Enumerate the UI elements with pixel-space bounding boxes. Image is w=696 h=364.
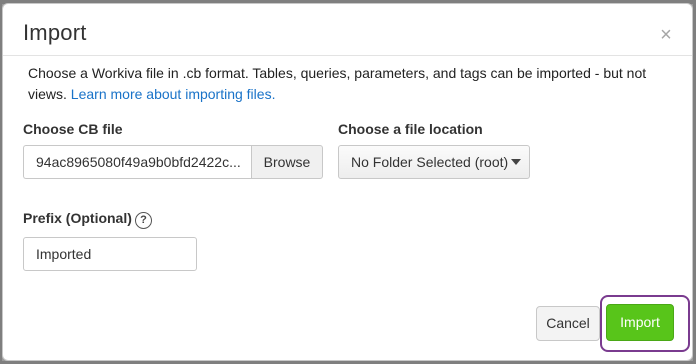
file-location-select[interactable]: No Folder Selected (root) xyxy=(338,145,530,179)
dialog-description: Choose a Workiva file in .cb format. Tab… xyxy=(28,63,658,105)
cb-file-input[interactable]: 94ac8965080f49a9b0bfd2422c... xyxy=(23,145,252,179)
prefix-label: Prefix (Optional) xyxy=(23,210,132,226)
file-location-label: Choose a file location xyxy=(338,121,483,137)
browse-button[interactable]: Browse xyxy=(251,145,323,179)
import-button[interactable]: Import xyxy=(606,304,674,341)
header-divider xyxy=(3,55,692,56)
caret-down-icon xyxy=(511,159,521,165)
cb-file-label: Choose CB file xyxy=(23,121,123,137)
import-dialog: Import × Choose a Workiva file in .cb fo… xyxy=(2,3,693,361)
cancel-button[interactable]: Cancel xyxy=(536,306,600,341)
file-location-value: No Folder Selected (root) xyxy=(351,154,509,170)
help-icon[interactable]: ? xyxy=(135,212,152,229)
learn-more-link[interactable]: Learn more about importing files. xyxy=(71,86,276,102)
prefix-input[interactable]: Imported xyxy=(23,237,197,271)
footer-divider xyxy=(3,290,692,291)
dialog-title: Import xyxy=(23,20,87,45)
close-icon[interactable]: × xyxy=(655,24,677,46)
